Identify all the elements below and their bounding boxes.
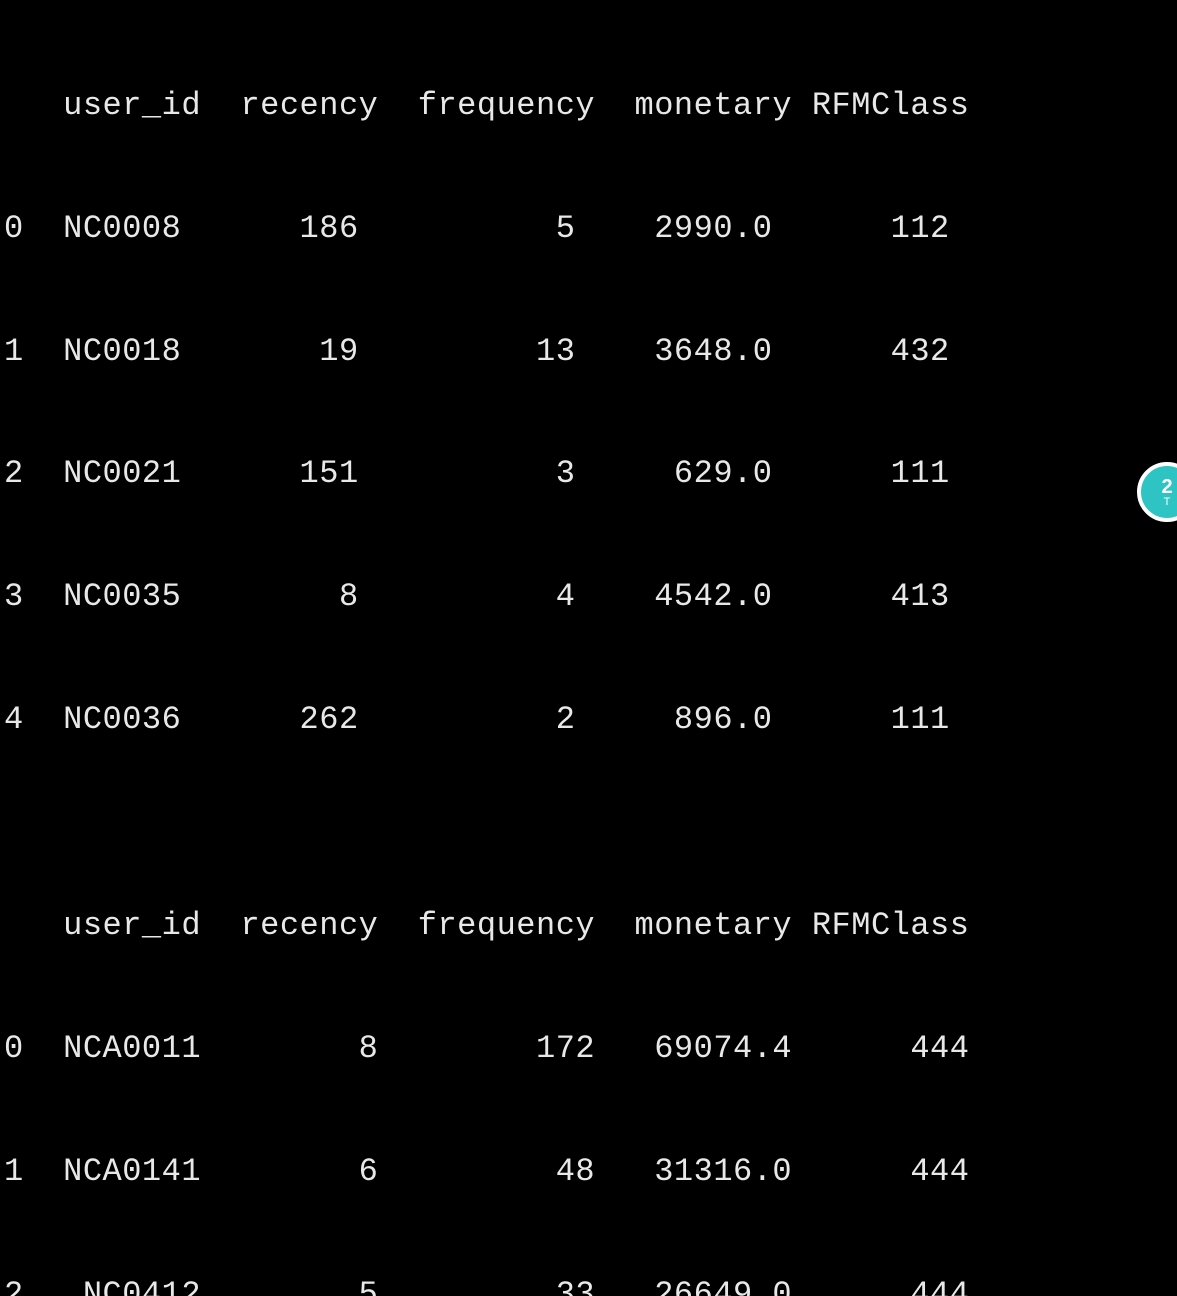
table-row: 0 NC0008 186 5 2990.0 112: [4, 209, 1177, 250]
table-header: user_id recency frequency monetary RFMCl…: [4, 906, 1177, 947]
table-row: 4 NC0036 262 2 896.0 111: [4, 700, 1177, 741]
table-row: 2 NC0412 5 33 26649.0 444: [4, 1275, 1177, 1296]
dataframe-output-2: user_id recency frequency monetary RFMCl…: [4, 824, 1177, 1296]
dataframe-output-1: user_id recency frequency monetary RFMCl…: [4, 4, 1177, 782]
table-row: 1 NCA0141 6 48 31316.0 444: [4, 1152, 1177, 1193]
output-gap: [4, 782, 1177, 824]
table-row: 2 NC0021 151 3 629.0 111: [4, 454, 1177, 495]
table-row: 1 NC0018 19 13 3648.0 432: [4, 332, 1177, 373]
table-row: 0 NCA0011 8 172 69074.4 444: [4, 1029, 1177, 1070]
table-header: user_id recency frequency monetary RFMCl…: [4, 86, 1177, 127]
badge-sublabel: T: [1164, 497, 1171, 508]
table-row: 3 NC0035 8 4 4542.0 413: [4, 577, 1177, 618]
badge-number: 2: [1161, 477, 1172, 497]
